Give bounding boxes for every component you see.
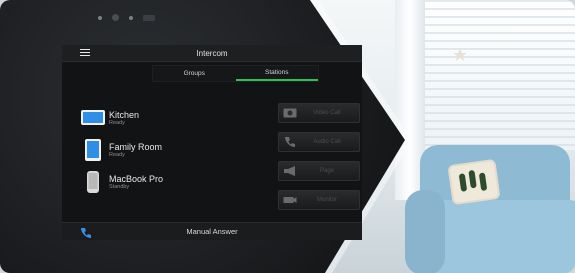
video-call-button[interactable]: Video Call	[278, 103, 360, 123]
video-call-label: Video Call	[313, 110, 341, 116]
station-status: Ready	[109, 119, 125, 126]
page-label: Page	[319, 168, 334, 174]
header-bar: Intercom	[62, 45, 362, 62]
star-decoration-icon: ★	[452, 45, 469, 65]
station-item-macbook-pro[interactable]: MacBook Pro Standby	[80, 171, 230, 193]
page-button[interactable]: Page	[278, 161, 360, 181]
phone-icon	[80, 171, 106, 193]
audio-call-icon	[279, 136, 301, 148]
station-name: MacBook Pro	[109, 173, 164, 184]
call-actions: Video Call Audio Call Page Monitor	[278, 103, 360, 219]
window	[400, 0, 575, 150]
device-top-sensors	[98, 14, 155, 21]
megaphone-icon	[279, 166, 301, 176]
page-title: Intercom	[196, 48, 228, 58]
station-name: Family Room	[109, 141, 163, 152]
station-status: Ready	[109, 151, 125, 158]
screenshot-stage: ★ Intercom Groups Stations Kitchen Ready…	[0, 0, 575, 273]
camera-icon	[279, 195, 301, 205]
audio-call-button[interactable]: Audio Call	[278, 132, 360, 152]
audio-call-label: Audio Call	[313, 139, 341, 145]
pillow	[447, 158, 501, 206]
manual-answer-label: Manual Answer	[186, 227, 238, 236]
tab-bar: Groups Stations	[152, 65, 319, 82]
video-call-icon	[279, 108, 301, 118]
manual-answer-bar[interactable]: Manual Answer	[62, 222, 362, 240]
station-name: Kitchen	[109, 109, 140, 120]
station-list: Kitchen Ready Family Room Ready MacBook …	[80, 107, 230, 203]
tab-stations[interactable]: Stations	[235, 66, 318, 81]
phone-handset-icon	[80, 227, 92, 241]
station-item-family-room[interactable]: Family Room Ready	[80, 139, 230, 161]
monitor-button[interactable]: Monitor	[278, 190, 360, 210]
tablet-icon	[80, 139, 106, 161]
menu-icon[interactable]	[80, 49, 90, 56]
tab-groups[interactable]: Groups	[153, 66, 236, 81]
station-item-kitchen[interactable]: Kitchen Ready	[80, 107, 230, 129]
station-status: Standby	[109, 183, 130, 190]
tablet-screen: Intercom Groups Stations Kitchen Ready F…	[62, 45, 362, 240]
monitor-icon	[80, 107, 106, 129]
monitor-label: Monitor	[316, 197, 337, 203]
